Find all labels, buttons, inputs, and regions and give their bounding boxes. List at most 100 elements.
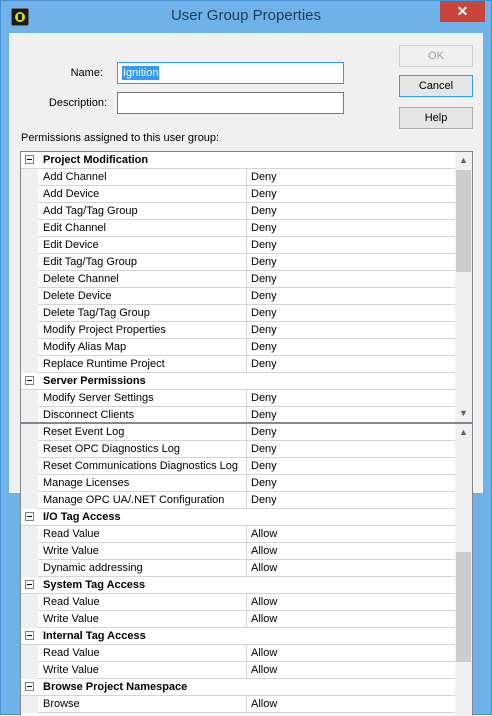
permission-value[interactable]: Allow: [251, 698, 277, 710]
minus-box-icon[interactable]: [25, 512, 34, 521]
help-button[interactable]: Help: [399, 107, 473, 129]
row-gutter: [21, 594, 38, 611]
permission-value[interactable]: Deny: [251, 392, 277, 404]
permission-value[interactable]: Deny: [251, 460, 277, 472]
row-gutter: [21, 322, 38, 339]
category-row[interactable]: Project Modification: [21, 152, 457, 169]
permission-value[interactable]: Deny: [251, 273, 277, 285]
row-gutter: [21, 662, 38, 679]
permission-row[interactable]: Read Value Allow: [21, 594, 457, 611]
cancel-button[interactable]: Cancel: [399, 75, 473, 97]
ok-button[interactable]: OK: [399, 45, 473, 67]
category-row[interactable]: System Tag Access: [21, 577, 457, 594]
permission-name: Edit Tag/Tag Group: [21, 254, 247, 271]
chevron-up-icon[interactable]: ▲: [455, 152, 472, 169]
chevron-down-icon[interactable]: ▼: [455, 405, 472, 422]
permission-name: Reset Event Log: [21, 424, 247, 441]
minus-box-icon[interactable]: [25, 155, 34, 164]
permission-row[interactable]: Add Channel Deny: [21, 169, 457, 186]
permission-value[interactable]: Deny: [251, 341, 277, 353]
minus-box-icon[interactable]: [25, 580, 34, 589]
vertical-scrollbar-bottom[interactable]: ▲: [455, 424, 472, 716]
permission-value[interactable]: Allow: [251, 664, 277, 676]
permission-value[interactable]: Deny: [251, 290, 277, 302]
minus-box-icon[interactable]: [25, 682, 34, 691]
permissions-grid-top: Project Modification Add Channel Deny Add D…: [20, 151, 473, 423]
name-label: Name:: [70, 67, 103, 79]
permission-row[interactable]: Write Value Allow: [21, 611, 457, 628]
permission-value[interactable]: Deny: [251, 222, 277, 234]
permission-row[interactable]: Reset OPC Diagnostics Log Deny: [21, 441, 457, 458]
permission-name: Write Value: [21, 611, 247, 628]
permission-row[interactable]: Replace Runtime Project Deny: [21, 356, 457, 373]
permission-row[interactable]: Modify Server Settings Deny: [21, 390, 457, 407]
close-button[interactable]: ✕: [440, 1, 485, 22]
permission-row[interactable]: Browse Allow: [21, 696, 457, 713]
permissions-label: Permissions assigned to this user group:: [21, 132, 220, 144]
permission-row[interactable]: Edit Channel Deny: [21, 220, 457, 237]
permission-row[interactable]: Add Device Deny: [21, 186, 457, 203]
permission-name: Dynamic addressing: [21, 560, 247, 577]
title-bar[interactable]: User Group Properties ✕: [1, 1, 491, 33]
permission-row[interactable]: Dynamic addressing Allow: [21, 560, 457, 577]
permission-row[interactable]: Add Tag/Tag Group Deny: [21, 203, 457, 220]
permission-name: Delete Device: [21, 288, 247, 305]
permission-value[interactable]: Deny: [251, 494, 277, 506]
category-row[interactable]: Server Permissions: [21, 373, 457, 390]
permission-value[interactable]: Deny: [251, 358, 277, 370]
permission-row[interactable]: Manage OPC UA/.NET Configuration Deny: [21, 492, 457, 509]
permission-value[interactable]: Allow: [251, 647, 277, 659]
vertical-scrollbar-top[interactable]: ▲ ▼: [455, 152, 472, 422]
permission-name: Write Value: [21, 662, 247, 679]
permissions-rows-top: Project Modification Add Channel Deny Add D…: [21, 152, 457, 422]
category-label: Server Permissions: [43, 375, 146, 387]
category-row[interactable]: Internal Tag Access: [21, 628, 457, 645]
permission-row[interactable]: Disconnect Clients Deny: [21, 407, 457, 422]
permission-value[interactable]: Deny: [251, 239, 277, 251]
description-field[interactable]: [117, 92, 344, 114]
permission-row[interactable]: Read Value Allow: [21, 526, 457, 543]
chevron-up-icon[interactable]: ▲: [455, 424, 472, 441]
permission-row[interactable]: Write Value Allow: [21, 662, 457, 679]
permission-value[interactable]: Deny: [251, 443, 277, 455]
permission-value[interactable]: Deny: [251, 477, 277, 489]
permission-row[interactable]: Edit Tag/Tag Group Deny: [21, 254, 457, 271]
permission-row[interactable]: Reset Communications Diagnostics Log Deny: [21, 458, 457, 475]
permission-row[interactable]: Read Value Allow: [21, 645, 457, 662]
permission-name: Modify Project Properties: [21, 322, 247, 339]
permission-value[interactable]: Allow: [251, 596, 277, 608]
permission-name: Edit Device: [21, 237, 247, 254]
permission-value[interactable]: Allow: [251, 528, 277, 540]
permission-row[interactable]: Write Value Allow: [21, 543, 457, 560]
row-gutter: [21, 288, 38, 305]
permission-row[interactable]: Delete Channel Deny: [21, 271, 457, 288]
permission-value[interactable]: Deny: [251, 324, 277, 336]
permission-row[interactable]: Manage Licenses Deny: [21, 475, 457, 492]
category-row[interactable]: I/O Tag Access: [21, 509, 457, 526]
permission-value[interactable]: Deny: [251, 256, 277, 268]
permission-row[interactable]: Modify Alias Map Deny: [21, 339, 457, 356]
category-row[interactable]: Browse Project Namespace: [21, 679, 457, 696]
permission-value[interactable]: Deny: [251, 171, 277, 183]
scroll-thumb[interactable]: [456, 170, 471, 272]
row-gutter: [21, 526, 38, 543]
permission-value[interactable]: Deny: [251, 307, 277, 319]
scroll-thumb[interactable]: [456, 552, 471, 662]
permission-row[interactable]: Delete Device Deny: [21, 288, 457, 305]
permission-value[interactable]: Deny: [251, 409, 277, 421]
name-field[interactable]: Ignition: [117, 62, 344, 84]
minus-box-icon[interactable]: [25, 631, 34, 640]
permission-row[interactable]: Edit Device Deny: [21, 237, 457, 254]
permission-value[interactable]: Allow: [251, 545, 277, 557]
permission-value[interactable]: Deny: [251, 188, 277, 200]
minus-box-icon[interactable]: [25, 376, 34, 385]
permission-row[interactable]: Modify Project Properties Deny: [21, 322, 457, 339]
permission-name: Disconnect Clients: [21, 407, 247, 422]
permission-value[interactable]: Allow: [251, 613, 277, 625]
permission-row[interactable]: Reset Event Log Deny: [21, 424, 457, 441]
permission-row[interactable]: Delete Tag/Tag Group Deny: [21, 305, 457, 322]
row-gutter: [21, 186, 38, 203]
permission-value[interactable]: Allow: [251, 562, 277, 574]
permission-value[interactable]: Deny: [251, 426, 277, 438]
permission-value[interactable]: Deny: [251, 205, 277, 217]
